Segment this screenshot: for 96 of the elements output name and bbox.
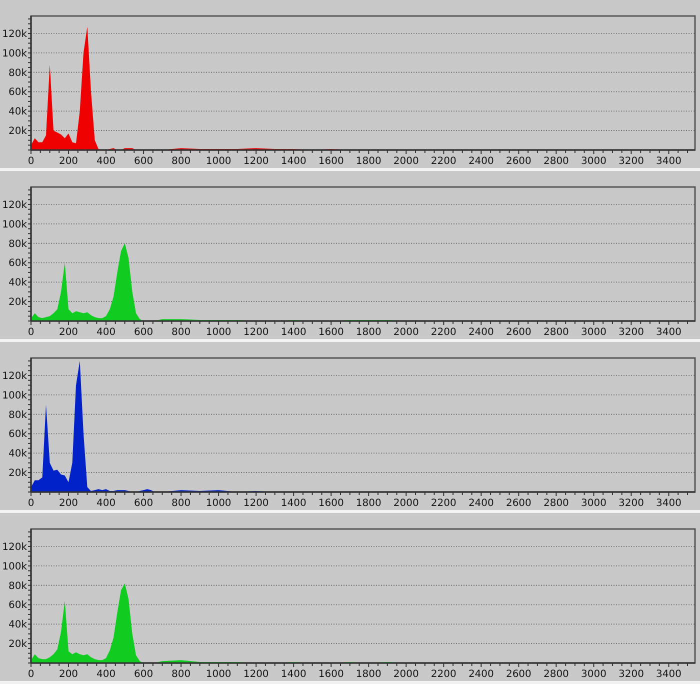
x-tick-label: 1400 bbox=[280, 327, 306, 338]
x-tick-label: 400 bbox=[96, 327, 116, 338]
x-tick-label: 2600 bbox=[506, 156, 532, 167]
x-tick-label: 0 bbox=[28, 498, 34, 509]
x-tick-label: 2800 bbox=[543, 498, 569, 509]
x-tick-label: 3200 bbox=[618, 327, 644, 338]
x-tick-label: 2400 bbox=[468, 156, 494, 167]
y-tick-label: 20k bbox=[8, 639, 27, 650]
x-tick-label: 1000 bbox=[206, 156, 232, 167]
x-tick-label: 2600 bbox=[506, 327, 532, 338]
x-tick-label: 3200 bbox=[618, 669, 644, 680]
x-tick-label: 600 bbox=[134, 498, 154, 509]
y-tick-label: 100k bbox=[2, 219, 27, 230]
x-tick-label: 1400 bbox=[280, 156, 306, 167]
y-tick-label: 80k bbox=[8, 238, 27, 250]
x-tick-label: 1600 bbox=[318, 669, 344, 680]
y-tick-label: 60k bbox=[8, 429, 27, 440]
x-tick-label: 1400 bbox=[280, 669, 306, 680]
x-tick-label: 400 bbox=[96, 669, 116, 680]
x-tick-label: 200 bbox=[58, 327, 78, 338]
x-tick-label: 2400 bbox=[468, 327, 494, 338]
x-tick-label: 1200 bbox=[243, 669, 269, 680]
x-tick-label: 1200 bbox=[243, 498, 269, 509]
x-tick-label: 2800 bbox=[543, 669, 569, 680]
x-tick-label: 200 bbox=[58, 669, 78, 680]
x-tick-label: 3400 bbox=[656, 498, 682, 509]
y-tick-label: 80k bbox=[8, 410, 27, 421]
x-tick-label: 3400 bbox=[656, 327, 682, 338]
x-tick-label: 1000 bbox=[206, 669, 232, 680]
x-tick-label: 800 bbox=[172, 327, 191, 338]
x-tick-label: 0 bbox=[28, 327, 34, 338]
y-tick-label: 120k bbox=[2, 28, 27, 40]
x-tick-label: 3200 bbox=[618, 156, 644, 167]
y-tick-label: 60k bbox=[8, 600, 27, 612]
x-tick-label: 800 bbox=[172, 498, 191, 509]
x-tick-label: 2800 bbox=[543, 156, 569, 167]
x-tick-label: 600 bbox=[134, 669, 154, 680]
x-tick-label: 0 bbox=[28, 156, 34, 167]
y-tick-label: 20k bbox=[8, 126, 27, 138]
x-tick-label: 1200 bbox=[243, 327, 269, 338]
x-tick-label: 3200 bbox=[618, 498, 644, 509]
x-tick-label: 1600 bbox=[318, 327, 344, 338]
y-tick-label: 100k bbox=[2, 561, 27, 572]
y-tick-label: 40k bbox=[8, 620, 27, 631]
y-tick-label: 60k bbox=[8, 87, 27, 98]
x-tick-label: 3000 bbox=[580, 498, 606, 509]
x-tick-label: 2000 bbox=[393, 669, 419, 680]
y-tick-label: 120k bbox=[2, 370, 27, 382]
x-tick-label: 2000 bbox=[393, 498, 419, 509]
x-tick-label: 2400 bbox=[468, 669, 494, 680]
y-tick-label: 60k bbox=[8, 258, 27, 270]
x-tick-label: 1800 bbox=[356, 156, 382, 167]
y-tick-label: 40k bbox=[8, 278, 27, 289]
x-tick-label: 1200 bbox=[243, 156, 269, 167]
x-tick-label: 3400 bbox=[656, 669, 682, 680]
x-tick-label: 2000 bbox=[393, 327, 419, 338]
x-tick-label: 600 bbox=[134, 156, 154, 167]
x-tick-label: 1800 bbox=[356, 669, 382, 680]
y-tick-label: 100k bbox=[2, 390, 27, 402]
x-tick-label: 200 bbox=[58, 498, 78, 509]
x-tick-label: 1600 bbox=[318, 498, 344, 509]
x-tick-label: 400 bbox=[96, 498, 116, 509]
y-tick-label: 40k bbox=[8, 106, 27, 118]
x-tick-label: 1000 bbox=[206, 498, 232, 509]
y-tick-label: 40k bbox=[8, 448, 27, 460]
x-tick-label: 800 bbox=[172, 669, 191, 680]
x-tick-label: 2200 bbox=[430, 327, 456, 338]
x-tick-label: 3000 bbox=[580, 327, 606, 338]
y-tick-label: 100k bbox=[2, 48, 27, 60]
x-tick-label: 2000 bbox=[393, 156, 419, 167]
x-tick-label: 2800 bbox=[543, 327, 569, 338]
x-tick-label: 800 bbox=[172, 156, 191, 167]
y-tick-label: 120k bbox=[2, 200, 27, 211]
x-tick-label: 1800 bbox=[356, 498, 382, 509]
x-tick-label: 2600 bbox=[506, 669, 532, 680]
x-tick-label: 400 bbox=[96, 156, 116, 167]
y-tick-label: 120k bbox=[2, 542, 27, 553]
x-tick-label: 1600 bbox=[318, 156, 344, 167]
x-tick-label: 2200 bbox=[430, 498, 456, 509]
x-tick-label: 1400 bbox=[280, 498, 306, 509]
x-tick-label: 1800 bbox=[356, 327, 382, 338]
y-tick-label: 20k bbox=[8, 297, 27, 308]
x-tick-label: 200 bbox=[58, 156, 78, 167]
x-tick-label: 2200 bbox=[430, 669, 456, 680]
x-tick-label: 3000 bbox=[580, 156, 606, 167]
x-tick-label: 2600 bbox=[506, 498, 532, 509]
x-tick-label: 2200 bbox=[430, 156, 456, 167]
y-tick-label: 80k bbox=[8, 580, 27, 592]
x-tick-label: 2400 bbox=[468, 498, 494, 509]
y-tick-label: 20k bbox=[8, 468, 27, 480]
x-tick-label: 3000 bbox=[580, 669, 606, 680]
y-tick-label: 80k bbox=[8, 68, 27, 79]
x-tick-label: 3400 bbox=[656, 156, 682, 167]
x-tick-label: 1000 bbox=[206, 327, 232, 338]
x-tick-label: 600 bbox=[134, 327, 154, 338]
x-tick-label: 0 bbox=[28, 669, 34, 680]
